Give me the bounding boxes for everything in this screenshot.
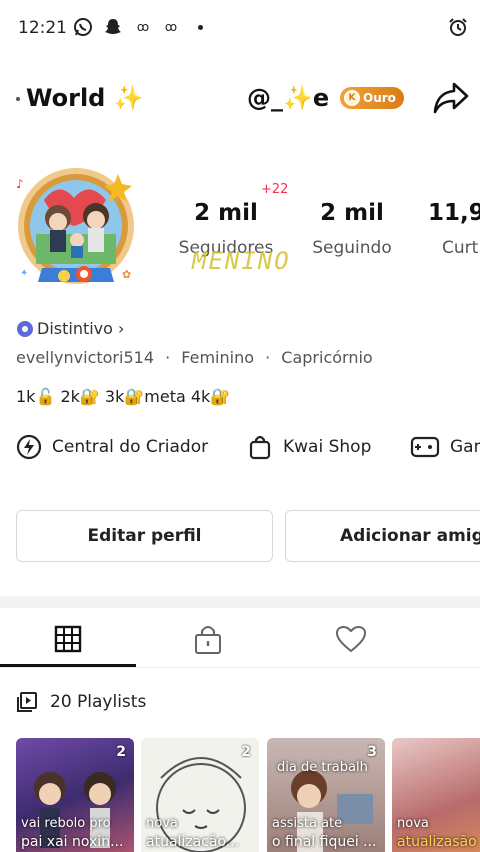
- active-tab-indicator: [0, 664, 136, 667]
- profile-info: evellynvictori514 · Feminino · Capricórn…: [16, 348, 373, 367]
- username: evellynvictori514: [16, 348, 154, 367]
- svg-text:♪: ♪: [16, 177, 24, 191]
- tab-private[interactable]: [140, 610, 276, 668]
- gamepad-icon: [410, 436, 440, 458]
- badge-link[interactable]: Distintivo ›: [17, 319, 124, 338]
- shopping-bag-icon: [249, 435, 271, 460]
- followers-count: 2 mil: [194, 200, 258, 226]
- alarm-icon: [448, 17, 468, 37]
- zodiac-sign: Capricórnio: [281, 348, 373, 367]
- sparkle-icon: ✨: [113, 84, 144, 112]
- tab-liked[interactable]: [283, 610, 419, 668]
- following-label: Seguindo: [312, 238, 392, 258]
- more-notifications-dot: [198, 25, 203, 30]
- profile-handle[interactable]: @_✨e: [247, 84, 329, 112]
- playlist-thumbnail[interactable]: nova atualizasão: [392, 738, 480, 852]
- profile-name: World ✨: [26, 84, 144, 112]
- creator-center-shortcut[interactable]: Central do Criador: [16, 434, 208, 460]
- share-arrow-icon: [433, 82, 469, 114]
- playlists-header[interactable]: 20 Playlists: [16, 691, 146, 713]
- following-count: 2 mil: [320, 200, 384, 226]
- tab-videos[interactable]: [0, 610, 136, 668]
- status-bar: 12:21 ꝏ ꝏ: [0, 0, 480, 56]
- following-stat[interactable]: 2 mil Seguindo: [304, 200, 400, 258]
- app-icon: ꝏ: [136, 20, 150, 34]
- content-tabs: [0, 610, 480, 668]
- gold-level-badge[interactable]: K Ouro: [340, 87, 404, 109]
- shortcuts-row: Central do Criador Kwai Shop Gam: [0, 434, 480, 470]
- likes-label: Curt: [442, 238, 479, 258]
- svg-text:✿: ✿: [122, 268, 131, 281]
- playlist-thumbnail[interactable]: 2 nova atualizacão...: [141, 738, 259, 852]
- avatar[interactable]: ♪ ✿ ✦: [14, 160, 142, 296]
- share-button[interactable]: [432, 80, 470, 116]
- likes-stat[interactable]: 11,9 Curt: [428, 200, 480, 258]
- sticker-text: MENINO: [192, 247, 291, 275]
- badge-icon: [17, 320, 33, 337]
- dot: [16, 97, 20, 101]
- sparkle-icon: ✨: [283, 84, 313, 112]
- lock-icon: [195, 626, 221, 654]
- games-shortcut[interactable]: Gam: [410, 434, 480, 460]
- whatsapp-icon: [73, 17, 93, 37]
- lightning-icon: [16, 434, 42, 460]
- followers-delta-badge: +22: [261, 182, 289, 197]
- coin-icon: K: [344, 90, 360, 106]
- likes-count: 11,9: [428, 200, 480, 226]
- add-friends-button[interactable]: Adicionar amigos: [285, 510, 480, 562]
- edit-profile-button[interactable]: Editar perfil: [16, 510, 273, 562]
- svg-text:✦: ✦: [20, 268, 28, 279]
- bio-text: 1k🔓 2k🔐 3k🔐meta 4k🔐: [16, 387, 231, 406]
- app-icon: ꝏ: [164, 20, 178, 34]
- section-divider: [0, 596, 480, 608]
- status-time: 12:21: [18, 18, 67, 38]
- grid-icon: [54, 625, 82, 653]
- playlist-thumbnail[interactable]: 3 dia de trabalh assista ate o final fiq…: [267, 738, 385, 852]
- kwai-shop-shortcut[interactable]: Kwai Shop: [247, 434, 371, 460]
- gender: Feminino: [181, 348, 254, 367]
- playlist-icon: [17, 692, 37, 712]
- playlist-thumbnail[interactable]: 2 vai rebolo pro pai xai noxin...: [16, 738, 134, 852]
- snapchat-icon: [103, 17, 123, 37]
- heart-icon: [335, 625, 367, 653]
